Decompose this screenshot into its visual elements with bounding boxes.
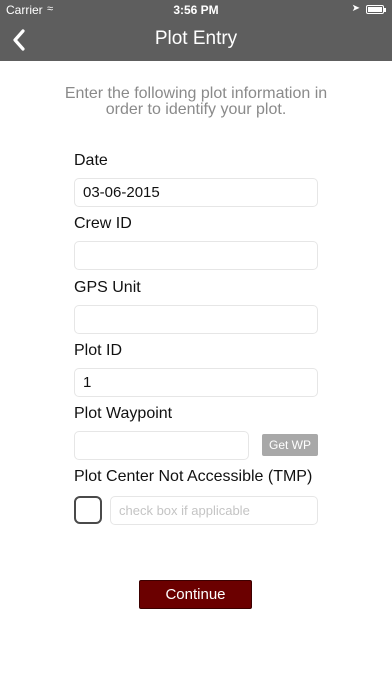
status-bar: Carrier ≈ 3:56 PM ➤ xyxy=(0,0,392,20)
get-wp-button[interactable]: Get WP xyxy=(262,434,318,456)
plot-center-label: Plot Center Not Accessible (TMP) xyxy=(74,468,313,485)
gps-unit-field[interactable] xyxy=(74,305,318,334)
date-label: Date xyxy=(74,152,108,169)
plot-center-note-field[interactable] xyxy=(110,496,318,525)
crew-id-field[interactable] xyxy=(74,241,318,270)
navigation-bar: Carrier ≈ 3:56 PM ➤ Plot Entry xyxy=(0,0,392,61)
location-arrow-icon: ➤ xyxy=(351,3,360,14)
chevron-left-icon xyxy=(13,29,25,51)
battery-icon xyxy=(366,5,386,14)
plot-id-label: Plot ID xyxy=(74,342,123,359)
status-time: 3:56 PM xyxy=(173,3,219,17)
plot-id-field[interactable] xyxy=(74,368,318,397)
back-button[interactable] xyxy=(6,24,40,56)
page-title: Plot Entry xyxy=(154,28,238,49)
plot-waypoint-field[interactable] xyxy=(74,431,249,460)
plot-center-checkbox[interactable] xyxy=(74,496,102,524)
crew-id-label: Crew ID xyxy=(74,215,132,232)
plot-waypoint-label: Plot Waypoint xyxy=(74,405,173,422)
continue-button[interactable]: Continue xyxy=(139,580,252,609)
date-field[interactable] xyxy=(74,178,318,207)
intro-text: Enter the following plot information in … xyxy=(64,85,328,118)
gps-unit-label: GPS Unit xyxy=(74,279,141,296)
